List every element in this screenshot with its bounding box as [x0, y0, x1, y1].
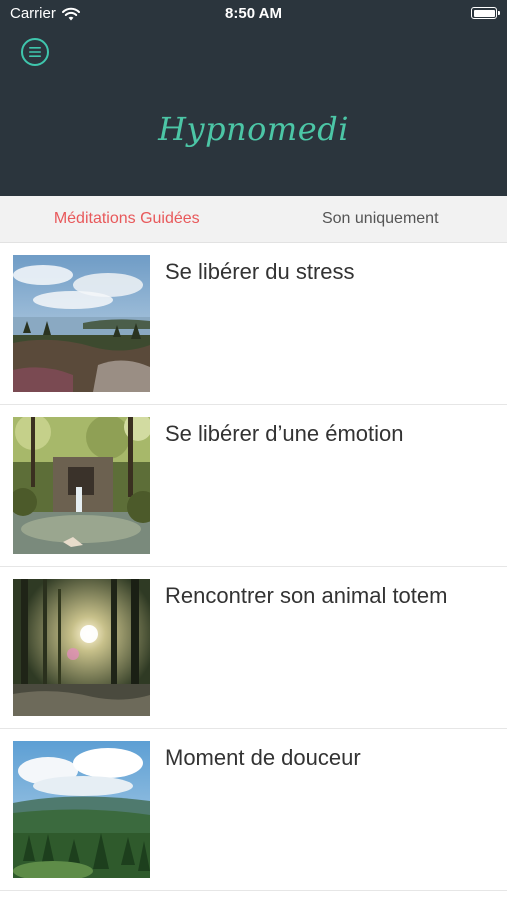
battery-icon	[471, 7, 500, 19]
hamburger-menu-icon	[29, 47, 41, 57]
coastal-lake-view-photo	[13, 255, 150, 392]
list-item[interactable]: Moment de douceur	[0, 729, 507, 891]
list-item[interactable]: Se libérer d’une émotion	[0, 405, 507, 567]
item-title: Moment de douceur	[165, 745, 361, 770]
sunlit-forest-photo	[13, 579, 150, 716]
status-time: 8:50 AM	[225, 5, 282, 22]
item-title: Rencontrer son animal totem	[165, 583, 448, 608]
tab-sound-only[interactable]: Son uniquement	[254, 196, 507, 242]
forest-waterfall-photo	[13, 417, 150, 554]
item-title: Se libérer du stress	[165, 259, 355, 284]
forested-hills-sky-photo	[13, 741, 150, 878]
list-item[interactable]: Rencontrer son animal totem	[0, 567, 507, 729]
app-title: Hypnomedi	[158, 110, 349, 148]
list-item[interactable]: Se libérer du stress	[0, 243, 507, 405]
hamburger-menu-button[interactable]	[21, 38, 49, 66]
item-title: Se libérer d’une émotion	[165, 421, 404, 446]
segment-tabs: Méditations Guidées Son uniquement	[0, 196, 507, 243]
tab-guided-meditations[interactable]: Méditations Guidées	[0, 196, 254, 242]
battery-level	[473, 9, 495, 17]
app-header: Carrier 8:50 AM Hypnomedi	[0, 0, 507, 196]
meditation-list: Se libérer du stress Se libérer d’une ém…	[0, 243, 507, 891]
status-bar: Carrier 8:50 AM	[0, 0, 507, 28]
